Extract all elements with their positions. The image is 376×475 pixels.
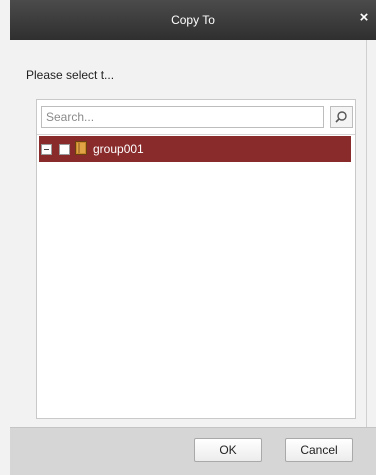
- group-tree: group001: [37, 134, 355, 414]
- tree-panel: group001: [36, 99, 356, 419]
- close-icon[interactable]: ×: [356, 10, 372, 26]
- dialog-footer: OK Cancel: [10, 427, 376, 475]
- collapse-toggle[interactable]: [41, 144, 52, 155]
- copy-to-dialog: Copy To × Please select t... Search... g…: [0, 0, 376, 475]
- group-folder-icon: [75, 141, 87, 155]
- dialog-titlebar: Copy To ×: [10, 0, 376, 40]
- tree-item-group001[interactable]: group001: [39, 136, 351, 162]
- dialog-title: Copy To: [171, 13, 215, 27]
- group-checkbox[interactable]: [59, 144, 70, 155]
- search-row: [41, 106, 353, 128]
- search-input[interactable]: [41, 106, 324, 128]
- search-button[interactable]: [330, 106, 353, 128]
- tree-item-label: group001: [93, 142, 144, 156]
- search-icon: [335, 111, 347, 123]
- cancel-button[interactable]: Cancel: [285, 438, 353, 462]
- ok-button[interactable]: OK: [194, 438, 262, 462]
- select-prompt: Please select t...: [26, 68, 115, 82]
